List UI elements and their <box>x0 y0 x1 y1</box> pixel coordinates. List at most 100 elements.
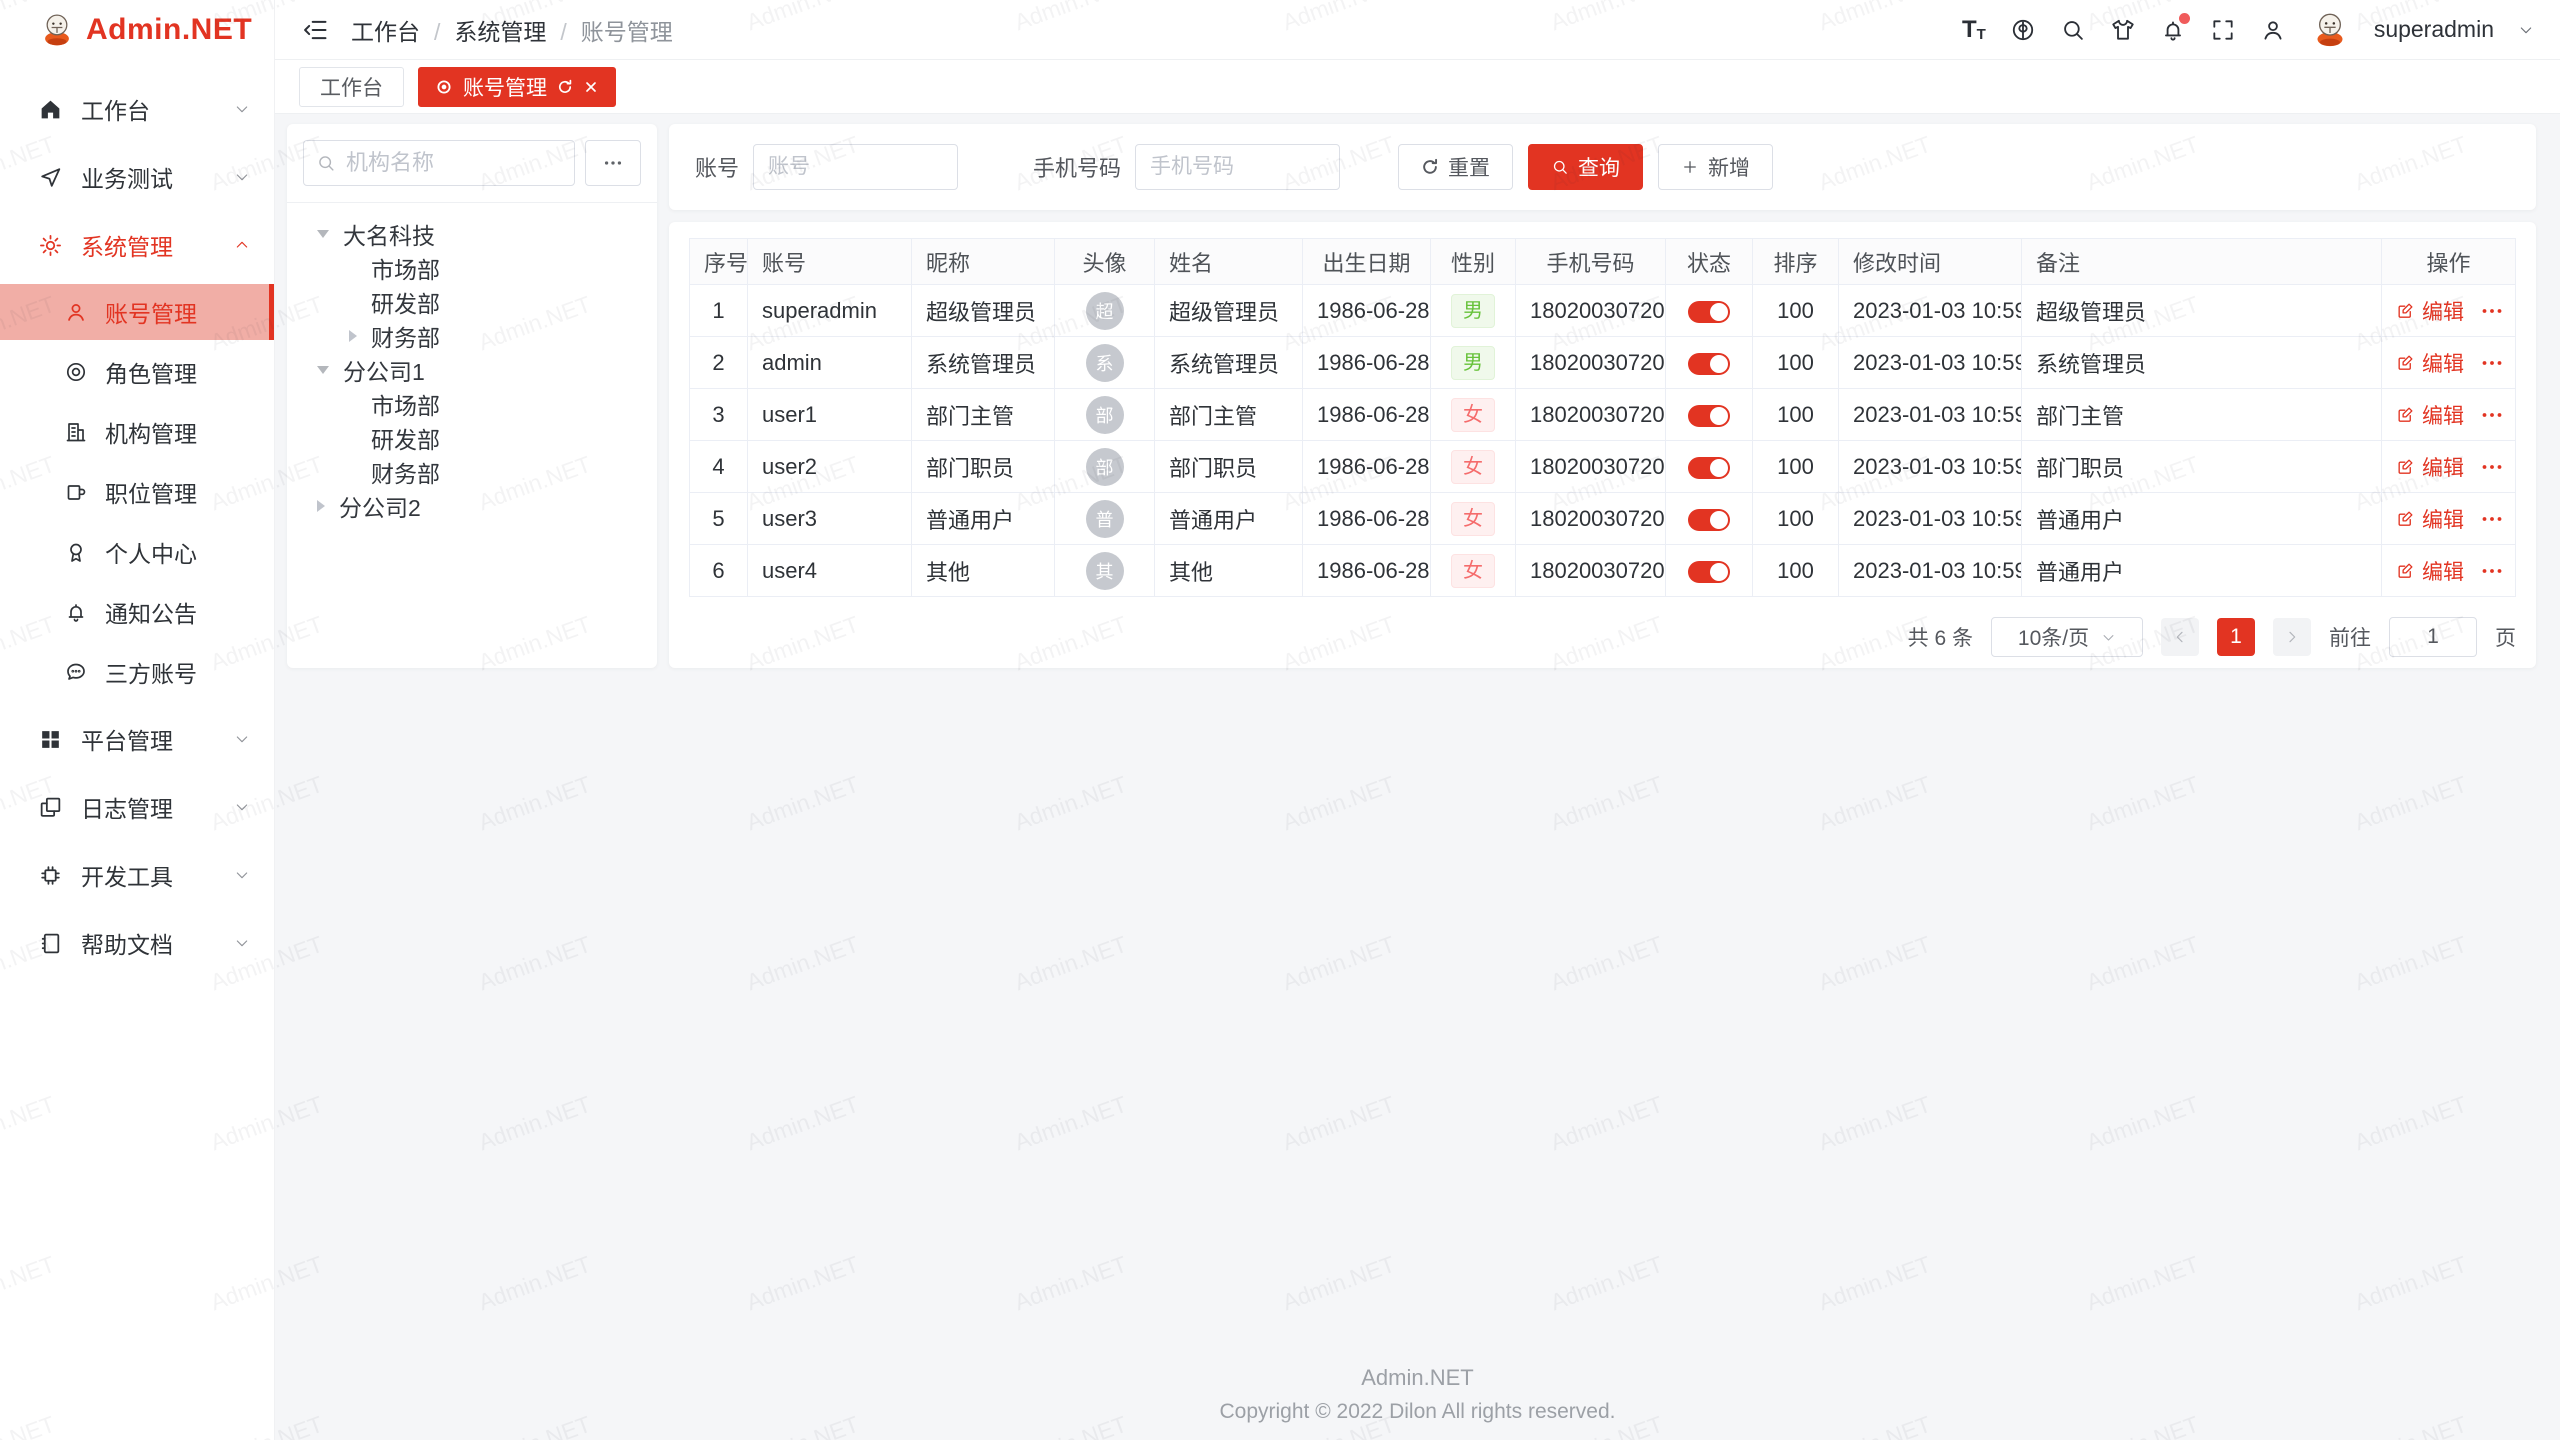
sidebar-item-help-docs[interactable]: 帮助文档 <box>0 914 274 972</box>
tree-node[interactable]: 分公司1 <box>303 353 641 387</box>
tree-node[interactable]: 财务部 <box>303 455 641 489</box>
close-icon[interactable] <box>583 79 599 95</box>
sidebar-item-system-mgmt[interactable]: 系统管理 <box>0 216 274 274</box>
sidebar-item-thirdparty-account[interactable]: 三方账号 <box>0 644 274 700</box>
table-row[interactable]: 1 superadmin 超级管理员 超 超级管理员 1986-06-28 男 … <box>690 285 2516 337</box>
edit-button[interactable]: 编辑 <box>2396 504 2464 534</box>
page-number-current[interactable]: 1 <box>2217 618 2255 656</box>
cell-account: admin <box>748 337 912 389</box>
tree-node[interactable]: 大名科技 <box>303 217 641 251</box>
search-button[interactable]: 查询 <box>1528 144 1643 190</box>
refresh-icon[interactable] <box>557 79 573 95</box>
tree-node[interactable]: 市场部 <box>303 251 641 285</box>
cell-actions: 编辑 <box>2382 545 2516 597</box>
tree-node[interactable]: 市场部 <box>303 387 641 421</box>
sidebar-item-platform-mgmt[interactable]: 平台管理 <box>0 710 274 768</box>
edit-button[interactable]: 编辑 <box>2396 400 2464 430</box>
cell-order: 100 <box>1753 441 1839 493</box>
prev-page-button[interactable] <box>2161 618 2199 656</box>
chevron-down-icon <box>2101 630 2116 645</box>
more-actions-icon[interactable] <box>2480 299 2504 323</box>
table-row[interactable]: 2 admin 系统管理员 系 系统管理员 1986-06-28 男 18020… <box>690 337 2516 389</box>
table-row[interactable]: 5 user3 普通用户 普 普通用户 1986-06-28 女 1802003… <box>690 493 2516 545</box>
more-actions-icon[interactable] <box>2480 403 2504 427</box>
table-row[interactable]: 6 user4 其他 其 其他 1986-06-28 女 18020030720… <box>690 545 2516 597</box>
tree-node[interactable]: 分公司2 <box>303 489 641 523</box>
caret-expanded-icon[interactable] <box>317 230 329 238</box>
more-actions-icon[interactable] <box>2480 559 2504 583</box>
chevron-down-icon[interactable] <box>2518 22 2534 38</box>
sidebar-item-notice[interactable]: 通知公告 <box>0 584 274 640</box>
status-toggle[interactable] <box>1688 457 1730 479</box>
footer: Admin.NET Copyright © 2022 Dilon All rig… <box>275 1365 2560 1424</box>
cell-order: 100 <box>1753 337 1839 389</box>
caret-expanded-icon[interactable] <box>317 366 329 374</box>
goto-page-input[interactable] <box>2389 617 2477 657</box>
page-size-select[interactable]: 10条/页 <box>1991 617 2143 657</box>
cell-avatar: 系 <box>1055 337 1155 389</box>
user-avatar[interactable] <box>2310 10 2350 50</box>
tab-workbench[interactable]: 工作台 <box>299 67 404 107</box>
sidebar-item-log-mgmt[interactable]: 日志管理 <box>0 778 274 836</box>
sidebar-item-business-test[interactable]: 业务测试 <box>0 148 274 206</box>
theme-icon[interactable] <box>2110 17 2136 43</box>
edit-button[interactable]: 编辑 <box>2396 556 2464 586</box>
more-actions-icon[interactable] <box>2480 507 2504 531</box>
cell-nickname: 部门主管 <box>912 389 1055 441</box>
add-button[interactable]: 新增 <box>1658 144 1773 190</box>
logo[interactable]: Admin.NET <box>0 0 274 60</box>
gender-badge: 男 <box>1451 346 1495 380</box>
phone-input[interactable] <box>1135 144 1340 190</box>
avatar: 系 <box>1086 344 1124 382</box>
tree-node[interactable]: 财务部 <box>303 319 641 353</box>
table-row[interactable]: 3 user1 部门主管 部 部门主管 1986-06-28 女 1802003… <box>690 389 2516 441</box>
user-icon[interactable] <box>2260 17 2286 43</box>
status-toggle[interactable] <box>1688 405 1730 427</box>
status-toggle[interactable] <box>1688 353 1730 375</box>
avatar: 其 <box>1086 552 1124 590</box>
next-page-button[interactable] <box>2273 618 2311 656</box>
sidebar-item-position-mgmt[interactable]: 职位管理 <box>0 464 274 520</box>
sidebar-item-personal-center[interactable]: 个人中心 <box>0 524 274 580</box>
footer-app-name: Admin.NET <box>275 1365 2560 1391</box>
more-actions-icon[interactable] <box>2480 455 2504 479</box>
language-icon[interactable] <box>2010 17 2036 43</box>
account-input[interactable] <box>753 144 958 190</box>
sidebar-item-account-mgmt[interactable]: 账号管理 <box>0 284 274 340</box>
sidebar-item-org-mgmt[interactable]: 机构管理 <box>0 404 274 460</box>
username[interactable]: superadmin <box>2374 16 2494 43</box>
font-size-icon[interactable]: TT <box>1962 18 1986 42</box>
status-toggle[interactable] <box>1688 561 1730 583</box>
edit-button[interactable]: 编辑 <box>2396 296 2464 326</box>
org-search-input[interactable] <box>346 150 562 176</box>
sidebar-collapse-icon[interactable] <box>301 16 329 44</box>
search-icon[interactable] <box>2060 17 2086 43</box>
fullscreen-icon[interactable] <box>2210 17 2236 43</box>
cell-mtime: 2023-01-03 10:59:44 <box>1839 389 2022 441</box>
cell-index: 1 <box>690 285 748 337</box>
caret-collapsed-icon[interactable] <box>349 330 357 342</box>
tree-node[interactable]: 研发部 <box>303 285 641 319</box>
edit-button[interactable]: 编辑 <box>2396 348 2464 378</box>
caret-collapsed-icon[interactable] <box>317 500 325 512</box>
more-actions-icon[interactable] <box>2480 351 2504 375</box>
edit-button[interactable]: 编辑 <box>2396 452 2464 482</box>
home-icon <box>38 97 63 122</box>
cell-gender: 女 <box>1431 441 1516 493</box>
status-toggle[interactable] <box>1688 301 1730 323</box>
cell-gender: 女 <box>1431 389 1516 441</box>
breadcrumb-item[interactable]: 工作台 <box>351 13 420 47</box>
org-more-button[interactable] <box>585 140 641 186</box>
cell-phone: 18020030720 <box>1516 493 1666 545</box>
status-toggle[interactable] <box>1688 509 1730 531</box>
tree-node[interactable]: 研发部 <box>303 421 641 455</box>
sidebar-item-role-mgmt[interactable]: 角色管理 <box>0 344 274 400</box>
sidebar-item-workbench[interactable]: 工作台 <box>0 80 274 138</box>
breadcrumb-item[interactable]: 系统管理 <box>420 13 546 47</box>
table-row[interactable]: 4 user2 部门职员 部 部门职员 1986-06-28 女 1802003… <box>690 441 2516 493</box>
reset-button[interactable]: 重置 <box>1398 144 1513 190</box>
notification-bell-icon[interactable] <box>2160 17 2186 43</box>
tab-account-mgmt[interactable]: 账号管理 <box>418 67 616 107</box>
gear-icon <box>38 233 63 258</box>
sidebar-item-dev-tools[interactable]: 开发工具 <box>0 846 274 904</box>
